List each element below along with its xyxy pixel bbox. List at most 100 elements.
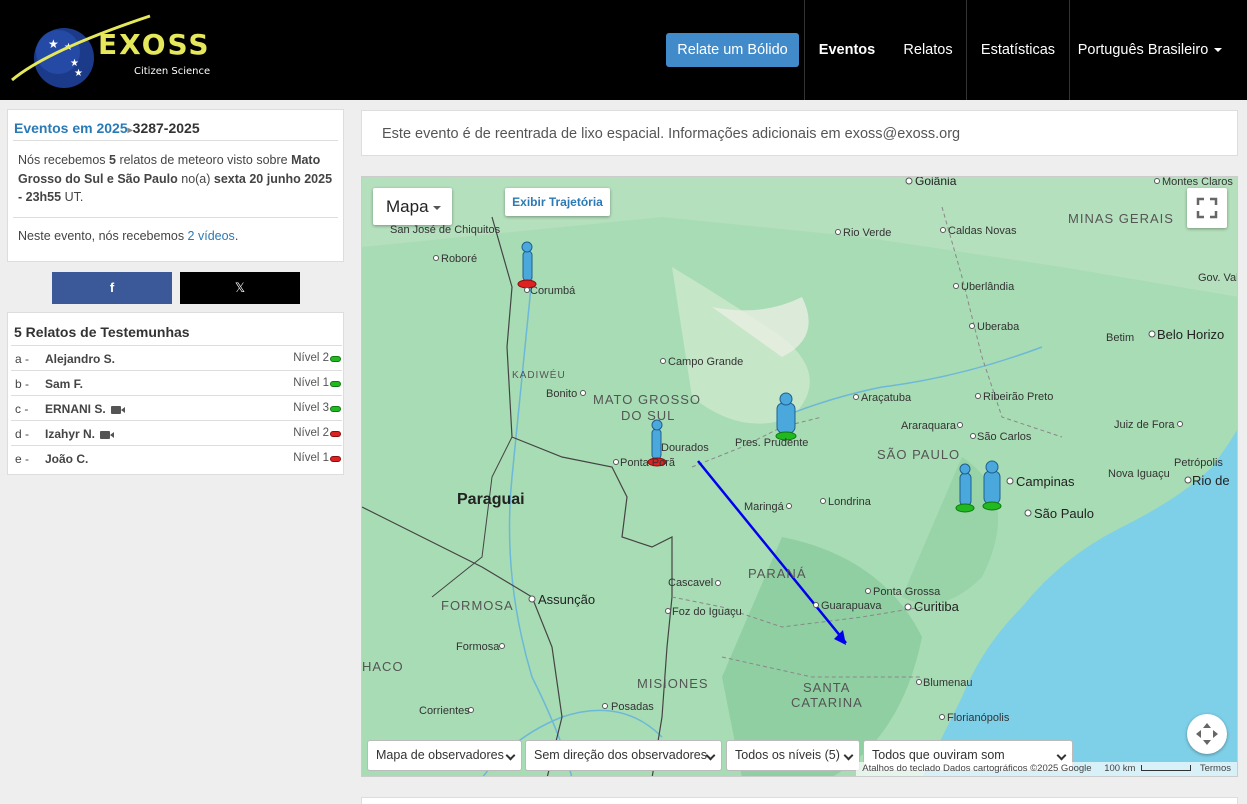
select-value: Sem direção dos observadores: [534, 748, 708, 762]
map-label: Blumenau: [923, 677, 973, 689]
videos-link[interactable]: 2 vídeos: [188, 229, 235, 243]
facebook-icon: f: [109, 280, 115, 295]
text: UT.: [61, 190, 84, 204]
map-label: Pres. Prudente: [735, 437, 808, 449]
map-label: Araraquara: [901, 420, 957, 432]
language-label: Português Brasileiro: [1077, 42, 1209, 58]
select-value: Todos que ouviram som: [872, 748, 1005, 762]
map-label: Bonito: [546, 388, 577, 400]
map-label: FORMOSA: [441, 598, 514, 613]
event-summary-panel: Eventos em 2025▸3287-2025 Nós recebemos …: [7, 109, 344, 262]
map-label: Campinas: [1016, 474, 1075, 489]
witness-name[interactable]: João C.: [45, 452, 88, 466]
map-canvas[interactable]: Goiânia Montes Claros MINAS GERAIS San J…: [362, 177, 1238, 777]
map-label: Gov. Valadares: [1198, 272, 1238, 284]
map-label: Rio de: [1192, 473, 1230, 488]
x-icon: 𝕏: [234, 280, 246, 295]
status-green-icon: [330, 406, 341, 412]
report-level: Nível 3: [293, 402, 329, 414]
video-camera-icon: [110, 405, 125, 414]
map-label: Petrópolis: [1174, 457, 1223, 469]
map-label: Uberlândia: [961, 281, 1015, 293]
chevron-down-icon: [1056, 750, 1067, 761]
nav-item-events[interactable]: Eventos: [805, 0, 889, 100]
report-level: Nível 2: [293, 352, 329, 364]
fullscreen-button[interactable]: [1187, 188, 1227, 228]
nav-item-statistics[interactable]: Estatísticas: [967, 0, 1069, 100]
witness-name[interactable]: Alejandro S.: [45, 352, 115, 366]
report-row[interactable]: a - Alejandro S. Nível 2: [11, 345, 342, 370]
event-map[interactable]: Goiânia Montes Claros MINAS GERAIS San J…: [361, 176, 1238, 777]
map-label: Belo Horizo: [1157, 327, 1224, 342]
bottom-panel: [361, 797, 1238, 804]
status-red-icon: [330, 456, 341, 462]
language-dropdown[interactable]: Português Brasileiro: [1070, 0, 1230, 100]
report-row[interactable]: c - ERNANI S. Nível 3: [11, 395, 342, 420]
x-share-button[interactable]: 𝕏: [180, 272, 300, 304]
text: Neste evento, nós recebemos: [18, 229, 188, 243]
terms-link[interactable]: Termos: [1200, 763, 1231, 774]
map-label: Montes Claros: [1162, 177, 1233, 188]
witness-name: Izahyr N.: [45, 427, 96, 441]
exoss-logo[interactable]: ★ ★ ★ ★ EXOSS Citizen Science: [8, 10, 248, 90]
scale-label: 100 km: [1104, 763, 1136, 774]
report-row[interactable]: e - João C. Nível 1: [11, 445, 342, 470]
witness-name-wrapper[interactable]: ERNANI S.: [45, 402, 125, 416]
event-description: Nós recebemos 5 relatos de meteoro visto…: [18, 151, 338, 207]
text: .: [234, 229, 239, 243]
map-attribution: Atalhos do teclado Dados cartográficos ©…: [856, 762, 1237, 776]
map-label: São Paulo: [1034, 506, 1094, 521]
observer-map-select[interactable]: Mapa de observadores: [367, 740, 522, 771]
map-label: Corrientes: [419, 705, 470, 717]
report-level: Nível 2: [293, 427, 329, 439]
report-count: 5: [109, 153, 116, 167]
witness-name-wrapper[interactable]: Izahyr N.: [45, 427, 115, 441]
svg-text:★: ★: [48, 37, 59, 51]
scale-bar: [1141, 765, 1192, 772]
report-row[interactable]: b - Sam F. Nível 1: [11, 370, 342, 395]
status-red-icon: [330, 431, 341, 437]
text: relatos de meteoro visto sobre: [115, 153, 292, 167]
map-label: Formosa: [456, 641, 500, 653]
video-camera-icon: [100, 430, 115, 439]
observer-direction-select[interactable]: Sem direção dos observadores: [525, 740, 722, 771]
map-label: Curitiba: [914, 599, 960, 614]
map-label: Nova Iguaçu: [1108, 468, 1170, 480]
nav-item-reports[interactable]: Relatos: [890, 0, 966, 100]
show-trajectory-button[interactable]: Exibir Trajetória: [505, 188, 610, 216]
map-label: Goiânia: [915, 177, 957, 188]
text: no(a): [177, 171, 214, 186]
chevron-down-icon: [843, 750, 854, 761]
event-videos-text: Neste evento, nós recebemos 2 vídeos.: [18, 229, 238, 243]
event-id: 3287-2025: [132, 120, 200, 136]
map-label: Assunção: [538, 592, 595, 607]
witness-name: ERNANI S.: [45, 402, 106, 416]
events-year-link[interactable]: Eventos em 2025: [14, 120, 128, 136]
observer-marker[interactable]: [982, 460, 1002, 511]
map-label: SANTA: [803, 680, 850, 695]
map-label: Guarapuava: [821, 600, 882, 612]
caret-down-icon: [1214, 48, 1223, 53]
witness-name[interactable]: Sam F.: [45, 377, 83, 391]
map-label: Roboré: [441, 253, 477, 265]
map-label: Paraguai: [457, 491, 525, 508]
status-green-icon: [330, 356, 341, 362]
camera-controls-button[interactable]: [1187, 714, 1227, 754]
map-label: HACO: [362, 659, 404, 674]
level-filter-select[interactable]: Todos os níveis (5): [726, 740, 860, 771]
svg-text:Citizen Science: Citizen Science: [134, 66, 210, 77]
map-label: Ponta Grossa: [873, 586, 941, 598]
report-letter: b -: [15, 377, 30, 391]
attribution-text[interactable]: Atalhos do teclado Dados cartográficos ©…: [862, 763, 1091, 774]
divider: [13, 217, 338, 218]
map-type-dropdown[interactable]: Mapa: [373, 188, 452, 225]
report-letter: a -: [15, 352, 30, 366]
map-label: MATO GROSSO: [593, 392, 701, 407]
map-label: Betim: [1106, 332, 1134, 344]
report-row[interactable]: d - Izahyr N. Nível 2: [11, 420, 342, 445]
map-label: Ribeirão Preto: [983, 391, 1053, 403]
map-label: Ponta Porã: [620, 457, 676, 469]
facebook-share-button[interactable]: f: [52, 272, 172, 304]
report-bolide-button[interactable]: Relate um Bólido: [666, 33, 799, 67]
map-label: MISIONES: [637, 676, 709, 691]
